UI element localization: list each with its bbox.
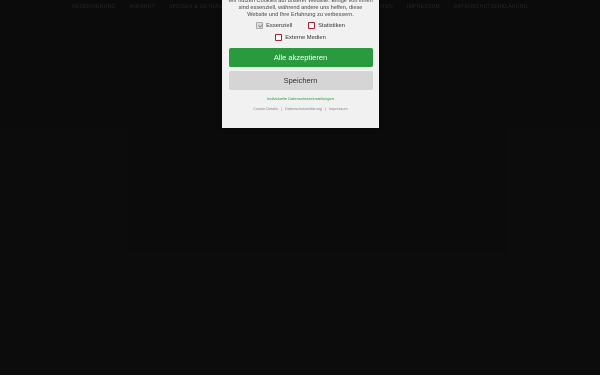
checkbox-externe-medien[interactable] — [275, 34, 283, 41]
checkbox-statistiken[interactable] — [308, 22, 316, 29]
individual-privacy-settings-link[interactable]: Individuelle Datenschutzeinstellungen — [228, 96, 373, 101]
save-button[interactable]: Speichern — [228, 71, 373, 90]
cookie-intro-text: Wir nutzen Cookies auf unserer Website. … — [228, 0, 373, 18]
accept-all-button[interactable]: Alle akzeptieren — [228, 48, 373, 67]
page: Reservierung Anfahrt Speisen & Getränke … — [0, 0, 600, 375]
option-essenziell-label: Essenziell — [266, 22, 293, 29]
option-statistiken[interactable]: Statistiken — [308, 22, 345, 29]
cookie-consent-dialog: Wir nutzen Cookies auf unserer Website. … — [222, 0, 379, 128]
separator: | — [280, 107, 282, 111]
option-externe-medien-label: Externe Medien — [285, 34, 326, 41]
cookie-options: Essenziell Statistiken Externe Medien — [228, 22, 373, 41]
imprint-link[interactable]: Impressum — [329, 107, 348, 111]
checkbox-essenziell[interactable] — [256, 22, 264, 29]
privacy-policy-link[interactable]: Datenschutzerklärung — [285, 107, 322, 111]
option-statistiken-label: Statistiken — [318, 22, 345, 29]
option-externe-medien[interactable]: Externe Medien — [275, 34, 326, 41]
separator: | — [324, 107, 326, 111]
options-row-2: Externe Medien — [228, 34, 373, 41]
cookie-footer-links: Cookie-Details | Datenschutzerklärung | Impr… — [228, 107, 373, 111]
cookie-details-link[interactable]: Cookie-Details — [253, 107, 278, 111]
option-essenziell[interactable]: Essenziell — [256, 22, 292, 29]
